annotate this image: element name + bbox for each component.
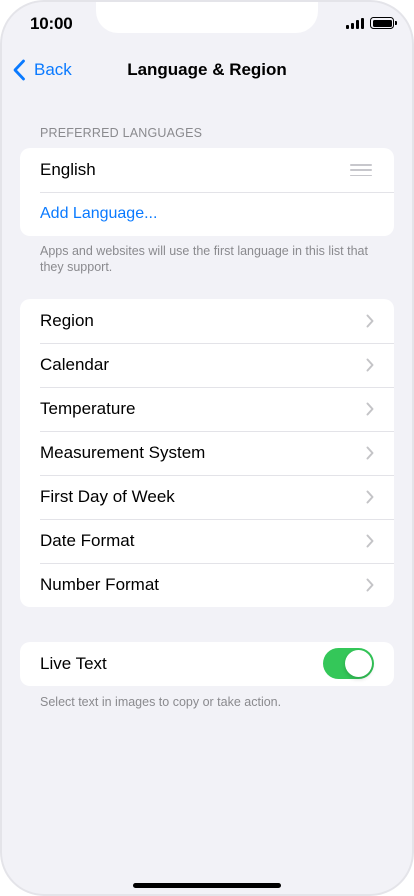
settings-row-temperature[interactable]: Temperature: [20, 387, 394, 431]
add-language-button[interactable]: Add Language...: [20, 192, 394, 236]
settings-row-label: Date Format: [40, 531, 135, 550]
settings-row-first-day-of-week[interactable]: First Day of Week: [20, 475, 394, 519]
home-indicator[interactable]: [133, 883, 281, 888]
chevron-right-icon: [366, 446, 374, 460]
languages-footnote: Apps and websites will use the first lan…: [40, 244, 368, 274]
settings-row-calendar[interactable]: Calendar: [20, 343, 394, 387]
chevron-right-icon: [366, 490, 374, 504]
status-time: 10:00: [30, 14, 73, 33]
battery-level: [372, 19, 392, 27]
language-label: English: [40, 160, 96, 179]
settings-row-label: Region: [40, 311, 94, 330]
preferred-languages-list: English Add Language...: [20, 148, 394, 236]
status-bar: 10:00: [0, 0, 414, 48]
cellular-signal-icon: [346, 17, 364, 29]
language-row-english[interactable]: English: [20, 148, 394, 192]
page-title: Language & Region: [127, 60, 287, 79]
region-settings-list: Region Calendar Temperature Measurement …: [20, 299, 394, 607]
settings-row-label: Calendar: [40, 355, 109, 374]
add-language-label: Add Language...: [40, 205, 158, 222]
status-icons: [346, 17, 397, 29]
settings-row-label: First Day of Week: [40, 487, 175, 506]
settings-row-label: Number Format: [40, 575, 160, 594]
live-text-footnote: Select text in images to copy or take ac…: [40, 695, 282, 709]
live-text-group: Live Text: [20, 642, 394, 686]
chevron-right-icon: [366, 578, 374, 592]
notch: [96, 0, 318, 33]
navigation-bar: Back Language & Region: [0, 48, 414, 92]
settings-row-measurement-system[interactable]: Measurement System: [20, 431, 394, 475]
settings-row-date-format[interactable]: Date Format: [20, 519, 394, 563]
chevron-right-icon: [366, 314, 374, 328]
live-text-label: Live Text: [40, 654, 107, 673]
preferred-languages-header: PREFERRED LANGUAGES: [40, 126, 203, 140]
live-text-toggle[interactable]: [323, 648, 374, 679]
toggle-knob: [345, 650, 372, 677]
phone-screen: 10:00 Back Language & Region PREFERRED L…: [0, 0, 414, 896]
settings-row-label: Measurement System: [40, 443, 206, 462]
settings-row-region[interactable]: Region: [20, 299, 394, 343]
settings-row-number-format[interactable]: Number Format: [20, 563, 394, 607]
reorder-handle-icon[interactable]: [350, 164, 372, 176]
chevron-right-icon: [366, 358, 374, 372]
live-text-row: Live Text: [20, 642, 394, 686]
battery-icon: [370, 17, 397, 29]
settings-row-label: Temperature: [40, 399, 136, 418]
chevron-right-icon: [366, 402, 374, 416]
chevron-right-icon: [366, 534, 374, 548]
